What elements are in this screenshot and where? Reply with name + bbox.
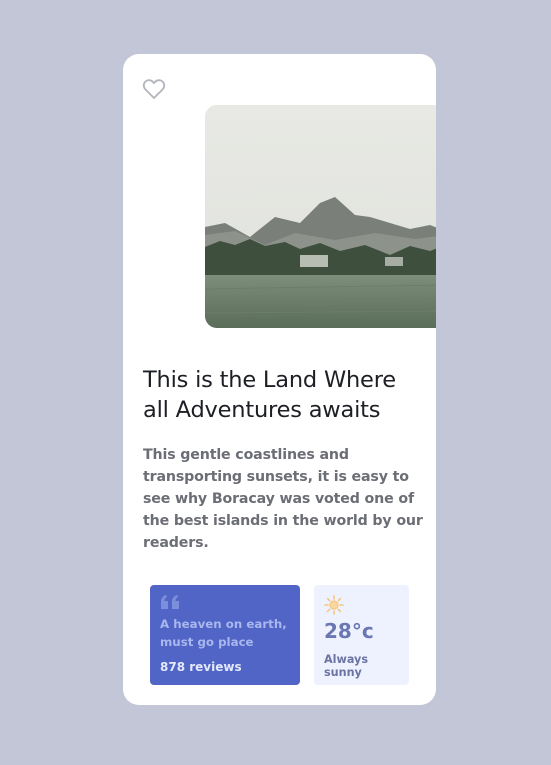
review-count: 878 reviews bbox=[160, 660, 242, 674]
review-box[interactable]: A heaven on earth, must go place 878 rev… bbox=[150, 585, 300, 685]
destination-card: This is the Land Where all Adventures aw… bbox=[123, 54, 436, 705]
favorite-button[interactable] bbox=[142, 78, 166, 100]
destination-photo bbox=[205, 105, 436, 328]
card-description: This gentle coastlines and transporting … bbox=[143, 447, 423, 551]
review-quote-text: A heaven on earth, must go place bbox=[160, 617, 287, 649]
forecast-text: Always sunny bbox=[324, 653, 368, 679]
heart-outline-icon bbox=[142, 79, 166, 99]
card-title: This is the Land Where all Adventures aw… bbox=[143, 367, 396, 423]
weather-box: 28°c Always sunny bbox=[314, 585, 409, 685]
temperature: 28°c bbox=[324, 619, 374, 643]
sun-icon bbox=[324, 595, 344, 615]
quote-icon bbox=[161, 595, 179, 609]
